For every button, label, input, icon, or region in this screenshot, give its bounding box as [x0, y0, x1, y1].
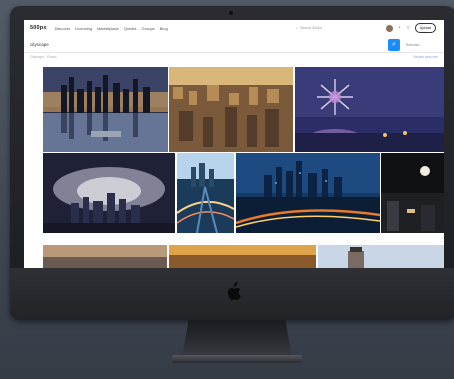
nav-item-quests[interactable]: Quests [124, 26, 137, 31]
camera [229, 11, 233, 15]
nav-item-marketplace[interactable]: Marketplace [97, 26, 119, 31]
photo-highway-interchange[interactable] [177, 153, 234, 233]
photo-fireworks-night[interactable] [295, 67, 444, 152]
search-icon: ⌕ [296, 25, 299, 30]
photo-moon-street[interactable] [381, 153, 444, 233]
search-placeholder: Search 500px [300, 25, 323, 30]
messages-icon[interactable]: ○ [406, 25, 411, 31]
sort-select[interactable]: Relevant [406, 43, 419, 47]
search-submit-button[interactable]: ⌕ [388, 39, 400, 51]
header-actions: ◔ ○ Upload [385, 23, 436, 33]
avatar[interactable] [385, 24, 393, 32]
results-subheader: Cityscape · Photos Related searches [24, 53, 444, 61]
nav-item-groups[interactable]: Groups [142, 26, 155, 31]
notifications-icon[interactable]: ◔ [397, 25, 402, 31]
nav-item-blog[interactable]: Blog [160, 26, 168, 31]
photo-skyline-reflection[interactable] [43, 67, 168, 152]
monitor-stand-base [172, 355, 302, 363]
photo-hazy-skyline[interactable] [43, 153, 175, 233]
site-search[interactable]: ⌕ Search 500px [296, 24, 354, 31]
upload-button[interactable]: Upload [414, 23, 436, 33]
monitor-chin [10, 268, 454, 320]
upload-label: Upload [419, 26, 431, 30]
photo-bottom-center[interactable] [169, 245, 316, 268]
photo-dense-city-aerial[interactable] [169, 67, 293, 152]
monitor-stand [182, 320, 292, 358]
search-icon: ⌕ [392, 41, 396, 48]
search-row: cityscape ⌕ Relevant [24, 38, 444, 53]
related-searches-link[interactable]: Related searches [413, 55, 438, 59]
apple-logo-icon [227, 282, 241, 300]
screen: 500px Discover Licensing Marketplace Que… [24, 20, 444, 268]
photo-night-city-lights[interactable] [236, 153, 380, 233]
photo-bottom-left[interactable] [43, 245, 167, 268]
nav-item-discover[interactable]: Discover [55, 26, 71, 31]
nav-item-licensing[interactable]: Licensing [75, 26, 92, 31]
top-navigation: 500px Discover Licensing Marketplace Que… [24, 20, 444, 36]
search-query-input[interactable]: cityscape [30, 42, 49, 47]
imac-monitor: 500px Discover Licensing Marketplace Que… [10, 6, 454, 320]
results-label: Cityscape · Photos [30, 55, 57, 59]
photo-bottom-right[interactable] [318, 245, 444, 268]
main-nav: Discover Licensing Marketplace Quests Gr… [55, 26, 168, 31]
site-logo[interactable]: 500px [30, 25, 47, 31]
